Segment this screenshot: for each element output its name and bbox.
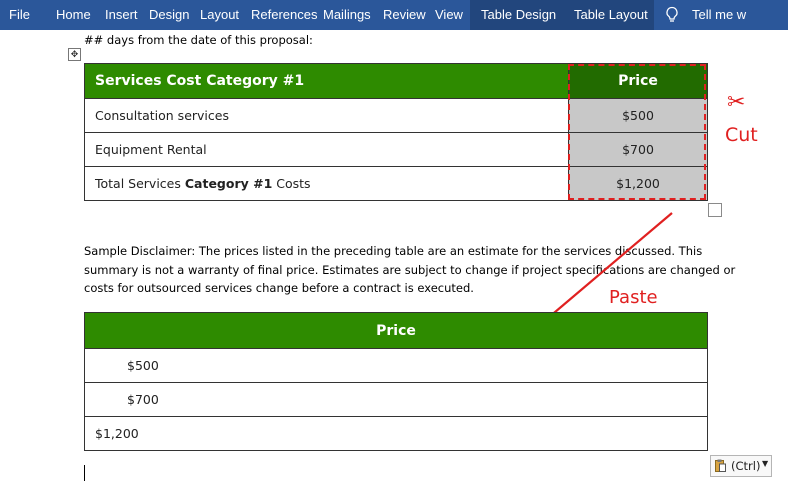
row-price[interactable]: $1,200 <box>84 416 708 451</box>
table-row: $1,200 <box>84 416 708 451</box>
pasted-price-table: Price $500 $700 $1,200 <box>84 312 708 451</box>
row-price[interactable]: $500 <box>84 348 708 383</box>
header-price[interactable]: Price <box>84 312 708 349</box>
row-price[interactable]: $700 <box>84 382 708 417</box>
paste-options-label: (Ctrl) <box>731 459 761 473</box>
paste-options-button[interactable]: (Ctrl) ▼ <box>710 455 772 477</box>
table-row: $500 <box>84 348 708 383</box>
clipboard-icon <box>715 459 726 472</box>
chevron-down-icon: ▼ <box>762 459 769 468</box>
table-header-row: Price <box>84 312 708 349</box>
text-cursor <box>84 465 85 481</box>
table-row: $700 <box>84 382 708 417</box>
